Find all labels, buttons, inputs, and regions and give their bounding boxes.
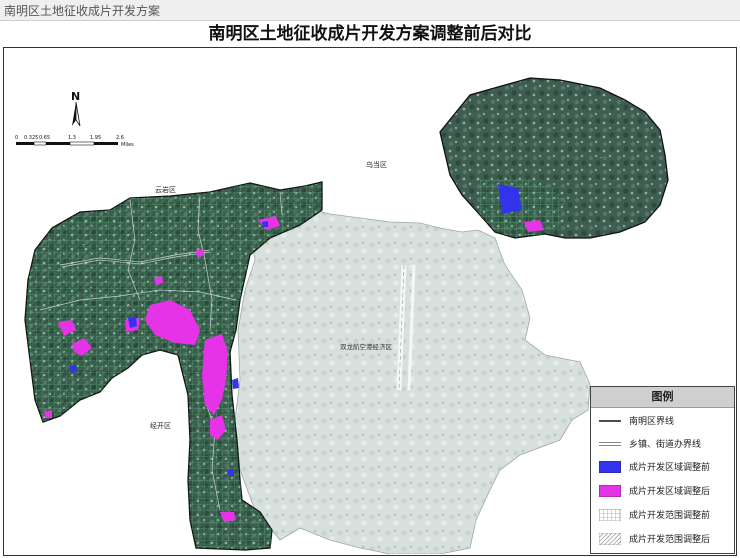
- svg-text:·: ·: [210, 219, 212, 227]
- scale-tick-2: 0.65: [39, 135, 50, 141]
- scale-tick-3: 1.3: [68, 135, 76, 141]
- legend-item-township-boundary: 乡镇、街道办界线: [591, 434, 734, 454]
- magenta-fill-swatch-icon: [599, 485, 621, 497]
- svg-text:·: ·: [82, 241, 84, 249]
- svg-text:·: ·: [60, 354, 62, 362]
- legend-label: 乡镇、街道办界线: [629, 440, 702, 450]
- scale-tick-5: 2.6: [116, 135, 124, 141]
- legend-item-range-before: 成片开发范围调整前: [591, 505, 734, 525]
- map-title-bar: 南明区土地征收成片开发方案调整前后对比: [3, 21, 737, 48]
- legend-item-area-after: 成片开发区域调整后: [591, 481, 734, 501]
- legend-item-area-before: 成片开发区域调整前: [591, 457, 734, 477]
- scale-tick-4: 1.95: [90, 135, 101, 141]
- map-title: 南明区土地征收成片开发方案调整前后对比: [208, 24, 532, 44]
- legend-item-range-after: 成片开发范围调整后: [591, 529, 734, 549]
- svg-text:·: ·: [150, 229, 152, 237]
- double-line-symbol-icon: [599, 442, 621, 446]
- north-arrow-icon: N: [71, 90, 81, 127]
- legend-item-district-boundary: 南明区界线: [591, 411, 734, 431]
- header-caption: 南明区土地征收成片开发方案: [4, 4, 161, 18]
- label-yunyan: 云岩区: [155, 185, 176, 194]
- legend-label: 成片开发范围调整后: [629, 535, 711, 545]
- legend-label: 成片开发区域调整后: [629, 487, 711, 497]
- legend-label: 成片开发区域调整前: [629, 463, 711, 473]
- header-caption-bar: 南明区土地征收成片开发方案: [0, 0, 740, 21]
- scale-unit: Miles: [121, 142, 134, 148]
- north-label: N: [71, 90, 80, 103]
- blue-fill-swatch-icon: [599, 461, 621, 473]
- label-wudang: 乌当区: [366, 160, 387, 169]
- scale-bar: 0 0.325 0.65 1.3 1.95 2.6 Miles: [15, 135, 134, 148]
- map-legend: 图例 南明区界线 乡镇、街道办界线 成片开发区域调整前 成片开发区域调整后 成片…: [590, 386, 735, 554]
- diagonal-hatch-swatch-icon: [599, 533, 621, 545]
- label-shuanglong: 双龙航空港经济区: [340, 342, 393, 351]
- svg-text:·: ·: [215, 454, 217, 462]
- solid-line-symbol-icon: [599, 420, 621, 422]
- scale-tick-0: 0: [15, 135, 18, 141]
- scale-tick-1: 0.325: [24, 135, 38, 141]
- svg-text:·: ·: [170, 274, 172, 282]
- label-jingkai: 经开区: [150, 421, 171, 430]
- grid-hatch-swatch-icon: [599, 509, 621, 521]
- legend-label: 南明区界线: [629, 417, 675, 427]
- legend-label: 成片开发范围调整前: [629, 511, 711, 521]
- shuanglong-zone: [234, 207, 591, 554]
- svg-text:·: ·: [90, 284, 92, 292]
- legend-title: 图例: [591, 387, 734, 408]
- svg-text:·: ·: [600, 154, 602, 162]
- svg-text:·: ·: [540, 124, 542, 132]
